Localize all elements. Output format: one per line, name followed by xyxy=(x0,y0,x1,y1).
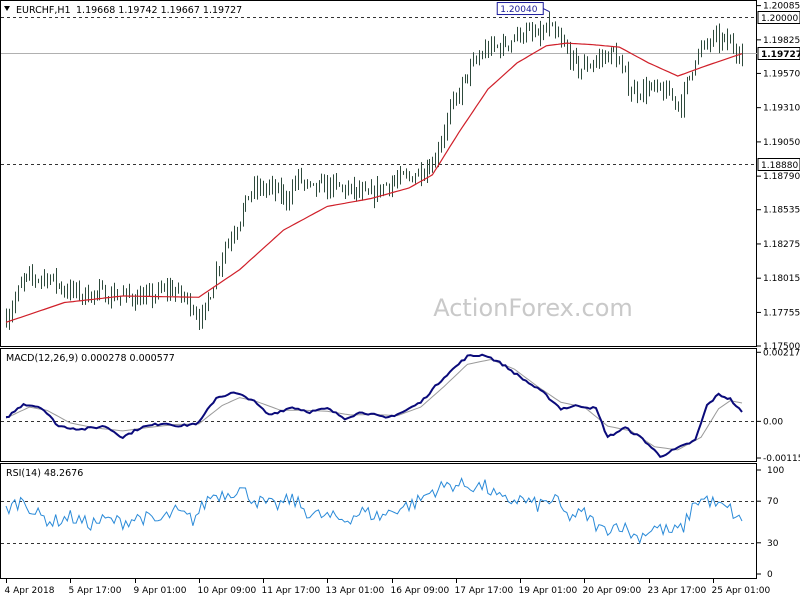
chart-root: ActionForex.com EURCHF,H1 1.19668 1.1974… xyxy=(0,0,800,596)
price-tick-label-6: 1.18535 xyxy=(763,206,800,216)
high-annotation-label: 1.20040 xyxy=(500,5,537,15)
x-tick-label-5: 13 Apr 01:00 xyxy=(326,586,385,596)
x-tick-label-8: 19 Apr 01:00 xyxy=(519,586,578,596)
price-pane-frame xyxy=(0,0,757,347)
watermark-text: ActionForex.com xyxy=(433,294,633,322)
rsi-tick-label-0: 100 xyxy=(767,466,784,476)
price-tick-label-1: 1.19825 xyxy=(763,36,800,46)
x-tick-label-10: 23 Apr 17:00 xyxy=(648,586,707,596)
high-annotation-pointer xyxy=(543,8,550,12)
macd-pane-frame xyxy=(0,348,757,462)
price-tick-label-0: 1.20085 xyxy=(763,2,800,12)
price-tick-label-2: 1.19570 xyxy=(763,69,800,79)
price-tick-label-9: 1.17755 xyxy=(763,308,800,318)
x-tick-label-2: 9 Apr 01:00 xyxy=(134,586,187,596)
x-tick-label-4: 11 Apr 17:00 xyxy=(262,586,321,596)
triangle-down-icon[interactable] xyxy=(4,6,10,11)
x-tick-label-6: 16 Apr 09:00 xyxy=(391,586,450,596)
x-tick-label-9: 20 Apr 09:00 xyxy=(583,586,642,596)
rsi-line xyxy=(5,476,743,545)
symbol-title: EURCHF,H1 xyxy=(16,5,71,16)
rsi-tick-label-1: 70 xyxy=(767,497,779,507)
axes: 1.20000 1.18880 1.19727 1.20085 1.19825 1.195… xyxy=(5,2,800,596)
x-tick-label-0: 4 Apr 2018 xyxy=(5,586,55,596)
ohlc-values: 1.19668 1.19742 1.19667 1.19727 xyxy=(76,5,242,16)
macd-tick-label-2: -0.001156 xyxy=(763,454,800,464)
price-tick-label-7: 1.18275 xyxy=(763,240,800,250)
price-tick-label-3: 1.19310 xyxy=(763,104,800,114)
level-label-0: 1.20000 xyxy=(761,14,798,24)
price-plot: 1.20040 xyxy=(1,2,757,331)
macd-label: MACD(12,26,9) 0.000278 0.000577 xyxy=(6,353,175,364)
rsi-pane-frame xyxy=(0,463,757,579)
macd-signal-line xyxy=(5,358,743,451)
price-tick-label-4: 1.19050 xyxy=(763,138,800,148)
x-tick-label-7: 17 Apr 17:00 xyxy=(455,586,514,596)
x-tick-label-1: 5 Apr 17:00 xyxy=(69,586,122,596)
macd-tick-label-1: 0.00 xyxy=(763,417,783,427)
rsi-tick-label-2: 30 xyxy=(767,539,779,549)
moving-average-line xyxy=(5,42,743,323)
rsi-plot xyxy=(1,476,757,545)
price-tick-label-5: 1.18790 xyxy=(763,172,800,182)
x-tick-label-3: 10 Apr 09:00 xyxy=(198,586,257,596)
macd-tick-label-0: 0.002178 xyxy=(763,348,800,358)
current-price-label: 1.19727 xyxy=(761,50,800,60)
x-tick-label-11: 25 Apr 01:00 xyxy=(712,586,771,596)
level-label-1: 1.18880 xyxy=(761,161,798,171)
rsi-label: RSI(14) 48.2676 xyxy=(6,468,83,479)
macd-main-line xyxy=(5,353,743,458)
rsi-tick-label-3: 0 xyxy=(767,570,773,580)
macd-plot xyxy=(1,353,757,458)
price-tick-label-8: 1.18015 xyxy=(763,274,800,284)
